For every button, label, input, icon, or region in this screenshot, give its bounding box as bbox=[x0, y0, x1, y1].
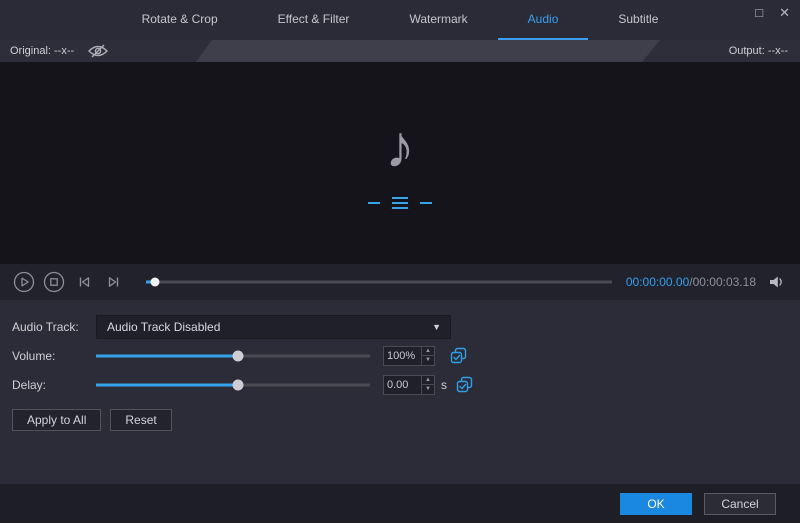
playback-progress-slider[interactable] bbox=[146, 271, 612, 293]
tab-audio[interactable]: Audio bbox=[497, 0, 589, 40]
delay-slider[interactable] bbox=[96, 374, 370, 396]
preview-area: ♪ bbox=[0, 62, 800, 264]
spin-up-icon[interactable]: ▲ bbox=[422, 347, 434, 356]
audio-editor-window: Rotate & Crop Effect & Filter Watermark … bbox=[0, 0, 800, 523]
volume-slider-fill bbox=[96, 354, 239, 357]
output-resolution-label: Output: --x-- bbox=[728, 45, 788, 57]
volume-label: Volume: bbox=[12, 348, 56, 363]
tab-bar: Rotate & Crop Effect & Filter Watermark … bbox=[0, 0, 800, 40]
music-note-icon: ♪ bbox=[385, 113, 415, 180]
tab-subtitle[interactable]: Subtitle bbox=[588, 0, 688, 40]
delay-slider-fill bbox=[96, 383, 239, 386]
cancel-button[interactable]: Cancel bbox=[704, 492, 776, 515]
volume-row: Volume: ▲ ▼ bbox=[12, 341, 788, 370]
time-display: 00:00:00.00/00:00:03.18 bbox=[626, 275, 756, 289]
player-bar: 00:00:00.00/00:00:03.18 bbox=[0, 264, 800, 300]
ok-button[interactable]: OK bbox=[620, 492, 692, 515]
footer-bar: OK Cancel bbox=[0, 484, 800, 523]
panel-buttons-row: Apply to All Reset bbox=[12, 409, 788, 431]
audio-equalizer-icon bbox=[368, 197, 432, 209]
delay-input[interactable] bbox=[384, 375, 421, 394]
close-icon[interactable]: ✕ bbox=[779, 6, 790, 20]
audio-track-label: Audio Track: bbox=[12, 319, 79, 334]
progress-handle[interactable] bbox=[150, 277, 160, 287]
previous-frame-button[interactable] bbox=[72, 270, 96, 294]
output-resolution-tab: Output: --x-- bbox=[642, 40, 800, 62]
maximize-icon[interactable]: □ bbox=[755, 6, 763, 20]
audio-track-selected-value: Audio Track Disabled bbox=[107, 319, 221, 334]
delay-slider-handle[interactable] bbox=[232, 379, 244, 390]
window-controls: □ ✕ bbox=[755, 0, 790, 40]
delay-apply-to-all-icon[interactable] bbox=[455, 376, 473, 394]
next-frame-button[interactable] bbox=[102, 270, 126, 294]
audio-track-select[interactable]: Audio Track Disabled ▼ bbox=[96, 314, 451, 339]
preview-toggle-eye-off-icon[interactable] bbox=[88, 44, 108, 58]
delay-label: Delay: bbox=[12, 377, 47, 392]
total-time: 00:00:03.18 bbox=[692, 275, 756, 289]
chevron-down-icon: ▼ bbox=[432, 321, 441, 332]
spin-down-icon[interactable]: ▼ bbox=[422, 356, 434, 365]
delay-unit-label: s bbox=[441, 377, 447, 392]
spin-down-icon[interactable]: ▼ bbox=[422, 385, 434, 394]
tab-effect-filter[interactable]: Effect & Filter bbox=[248, 0, 380, 40]
current-time: 00:00:00.00 bbox=[625, 275, 690, 289]
tab-rotate-crop[interactable]: Rotate & Crop bbox=[112, 0, 248, 40]
apply-to-all-button[interactable]: Apply to All bbox=[12, 409, 102, 431]
original-resolution-label: Original: --x-- bbox=[10, 45, 75, 57]
audio-track-row: Audio Track: Audio Track Disabled ▼ bbox=[12, 312, 788, 341]
delay-spin-buttons: ▲ ▼ bbox=[421, 375, 434, 394]
delay-row: Delay: ▲ ▼ s bbox=[12, 370, 788, 399]
volume-apply-to-all-icon[interactable] bbox=[449, 347, 467, 365]
volume-input[interactable] bbox=[384, 346, 421, 365]
volume-spin-buttons: ▲ ▼ bbox=[421, 346, 434, 365]
delay-spinbox: ▲ ▼ bbox=[383, 374, 435, 395]
volume-speaker-icon[interactable] bbox=[766, 271, 788, 293]
original-resolution-tab: Original: --x-- bbox=[0, 40, 212, 62]
progress-track[interactable] bbox=[146, 280, 612, 284]
resolution-bar: Original: --x-- Output: --x-- bbox=[0, 40, 800, 62]
play-button[interactable] bbox=[12, 270, 36, 294]
tab-watermark[interactable]: Watermark bbox=[379, 0, 497, 40]
audio-settings-panel: Audio Track: Audio Track Disabled ▼ Volu… bbox=[0, 300, 800, 484]
volume-slider[interactable] bbox=[96, 345, 370, 367]
volume-spinbox: ▲ ▼ bbox=[383, 345, 435, 366]
reset-button[interactable]: Reset bbox=[110, 409, 172, 431]
volume-slider-handle[interactable] bbox=[232, 350, 244, 361]
spin-up-icon[interactable]: ▲ bbox=[422, 376, 434, 385]
stop-button[interactable] bbox=[42, 270, 66, 294]
tabs: Rotate & Crop Effect & Filter Watermark … bbox=[112, 0, 689, 40]
